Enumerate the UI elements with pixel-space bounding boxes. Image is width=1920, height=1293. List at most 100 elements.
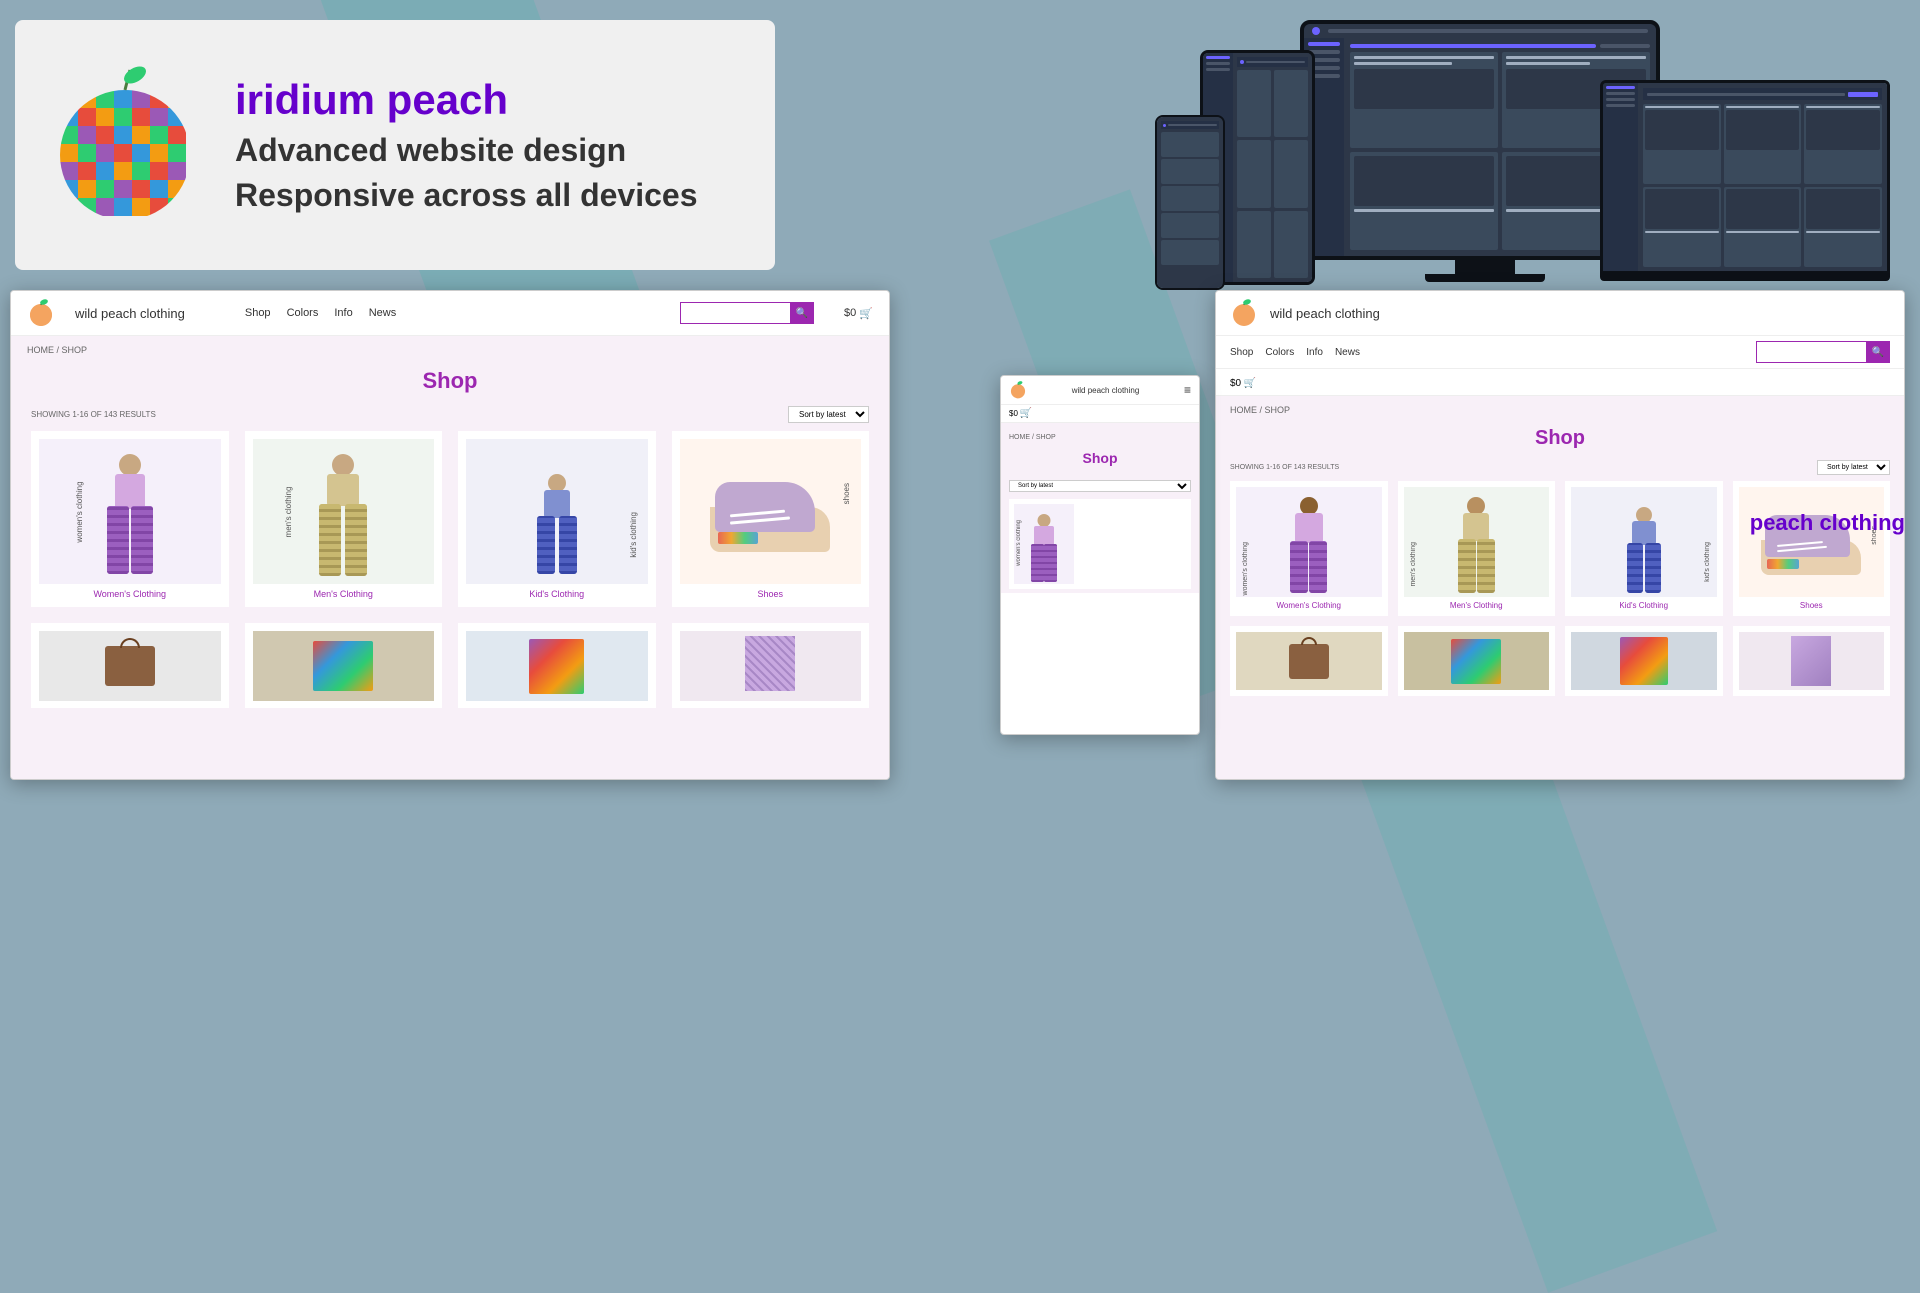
products-mobile: women's clothing: [1001, 495, 1199, 593]
accessories-img-1: [39, 631, 221, 701]
products-grid-medium-row2: [1230, 626, 1890, 696]
sort-select-medium[interactable]: Sort by latest: [1817, 460, 1890, 475]
brand-name: iridium peach: [235, 76, 697, 124]
nav-news-medium[interactable]: News: [1335, 347, 1360, 358]
laptop-base: [1600, 271, 1890, 281]
shop-title-large: Shop: [11, 362, 889, 400]
nav-info[interactable]: Info: [334, 307, 352, 319]
search-bar-large: 🔍: [680, 302, 814, 324]
nav-colors[interactable]: Colors: [287, 307, 319, 319]
acc-img-medium-2: [1404, 632, 1550, 690]
product-img-medium-shoes: shoes: [1739, 487, 1885, 597]
results-bar: SHOWING 1-16 OF 143 RESULTS Sort by late…: [31, 406, 869, 423]
nav-shop[interactable]: Shop: [245, 307, 271, 319]
peach-clothing-label: peach clothing: [1750, 510, 1905, 536]
product-img-kids: kid's clothing: [466, 439, 648, 584]
mobile-nav: wild peach clothing ≡: [1001, 376, 1199, 405]
product-card-womens: women's clothing Women's Clothing: [31, 431, 229, 607]
product-medium-acc-2: [1398, 626, 1556, 696]
product-medium-shoes: shoes Shoes: [1733, 481, 1891, 616]
search-bar-medium: 🔍: [1756, 341, 1890, 363]
product-medium-mens: men's clothing Men's Clothing: [1398, 481, 1556, 616]
product-medium-acc-4: [1733, 626, 1891, 696]
acc-img-medium-1: [1236, 632, 1382, 690]
product-img-mens: men's clothing: [253, 439, 435, 584]
product-card-mens: men's clothing Men's Clothing: [245, 431, 443, 607]
nav-colors-medium[interactable]: Colors: [1265, 347, 1294, 358]
phone-device: [1155, 115, 1225, 290]
site-peach-logo-medium: [1230, 299, 1258, 327]
search-input-large[interactable]: [680, 302, 790, 324]
site-brand-large: wild peach clothing: [75, 306, 185, 321]
mockup-large-desktop: wild peach clothing Shop Colors Info New…: [10, 290, 890, 780]
product-img-medium-kids: kid's clothing: [1571, 487, 1717, 597]
site-brand-medium: wild peach clothing: [1270, 306, 1380, 321]
breadcrumb-medium: HOME / SHOP: [1216, 396, 1904, 422]
acc-img-medium-3: [1571, 632, 1717, 690]
hamburger-icon[interactable]: ≡: [1184, 383, 1191, 397]
nav-info-medium[interactable]: Info: [1306, 347, 1323, 358]
product-medium-womens: women's clothing Women's Clothing: [1230, 481, 1388, 616]
sort-bar-mobile: Sort by latest: [1001, 471, 1199, 495]
header-text-block: iridium peach Advanced website design Re…: [235, 76, 697, 214]
nav-shop-medium[interactable]: Shop: [1230, 347, 1253, 358]
results-bar-medium: SHOWING 1-16 OF 143 RESULTS Sort by late…: [1230, 460, 1890, 475]
search-button-large[interactable]: 🔍: [790, 302, 814, 324]
site-peach-logo-mobile: [1009, 381, 1027, 399]
product-img-medium-mens: men's clothing: [1404, 487, 1550, 597]
accessories-img-3: [466, 631, 648, 701]
monitor-base: [1425, 274, 1545, 282]
shop-content-large: SHOWING 1-16 OF 143 RESULTS Sort by late…: [11, 400, 889, 780]
label-medium-womens: Women's Clothing: [1236, 601, 1382, 610]
site-peach-logo-large: [27, 299, 55, 327]
product-medium-acc-1: [1230, 626, 1388, 696]
peach-logo-large: [45, 65, 205, 225]
shop-title-medium: Shop: [1216, 422, 1904, 455]
cart-icon-mobile: 🛒: [1020, 408, 1032, 419]
breadcrumb-mobile: HOME / SHOP: [1001, 423, 1199, 447]
breadcrumb-large: HOME / SHOP: [11, 336, 889, 362]
product-img-mobile-womens: women's clothing: [1014, 504, 1074, 584]
search-input-medium[interactable]: [1756, 341, 1866, 363]
label-mens: Men's Clothing: [253, 589, 435, 599]
product-card-accessories-2: [245, 623, 443, 708]
sort-select[interactable]: Sort by latest: [788, 406, 869, 423]
search-button-medium[interactable]: 🔍: [1866, 341, 1890, 363]
product-card-accessories-1: [31, 623, 229, 708]
product-card-shoes: shoes Shoes: [672, 431, 870, 607]
tagline-2: Responsive across all devices: [235, 177, 697, 214]
site-brand-mobile: wild peach clothing: [1072, 386, 1140, 395]
product-mobile-womens: women's clothing: [1009, 499, 1191, 589]
nav-links-large: Shop Colors Info News: [245, 307, 396, 319]
product-medium-acc-3: [1565, 626, 1723, 696]
medium-nav: wild peach clothing: [1216, 291, 1904, 336]
product-card-accessories-4: [672, 623, 870, 708]
cart-large[interactable]: $0 🛒: [844, 307, 873, 320]
laptop-device: [1600, 80, 1890, 275]
product-img-shoes: shoes: [680, 439, 862, 584]
label-kids: Kid's Clothing: [466, 589, 648, 599]
accessories-img-4: [680, 631, 862, 701]
shop-content-medium: SHOWING 1-16 OF 143 RESULTS Sort by late…: [1216, 455, 1904, 780]
products-grid-row2: [31, 623, 869, 708]
accessories-img-2: [253, 631, 435, 701]
label-shoes: Shoes: [680, 589, 862, 599]
nav-news[interactable]: News: [369, 307, 397, 319]
cart-row-medium: $0 🛒: [1216, 369, 1904, 396]
mobile-cart: $0 🛒: [1001, 405, 1199, 423]
products-grid-medium: women's clothing Women's Clothing: [1230, 481, 1890, 616]
tagline-1: Advanced website design: [235, 132, 697, 169]
product-medium-kids: kid's clothing Kid's Clothing: [1565, 481, 1723, 616]
mockup-small-mobile: wild peach clothing ≡ $0 🛒 HOME / SHOP S…: [1000, 375, 1200, 735]
medium-nav-row2: Shop Colors Info News 🔍: [1216, 336, 1904, 369]
products-grid-large: women's clothing Women's Clothing: [31, 431, 869, 607]
product-card-kids: kid's clothing Kid's Clothing: [458, 431, 656, 607]
sort-select-mobile[interactable]: Sort by latest: [1009, 480, 1191, 492]
devices-mockup-area: [1200, 10, 1900, 290]
shop-title-mobile: Shop: [1001, 447, 1199, 471]
label-womens: Women's Clothing: [39, 589, 221, 599]
cart-price: $0: [844, 307, 856, 319]
cart-icon: 🛒: [859, 307, 873, 320]
product-img-medium-womens: women's clothing: [1236, 487, 1382, 597]
large-nav: wild peach clothing Shop Colors Info New…: [11, 291, 889, 336]
